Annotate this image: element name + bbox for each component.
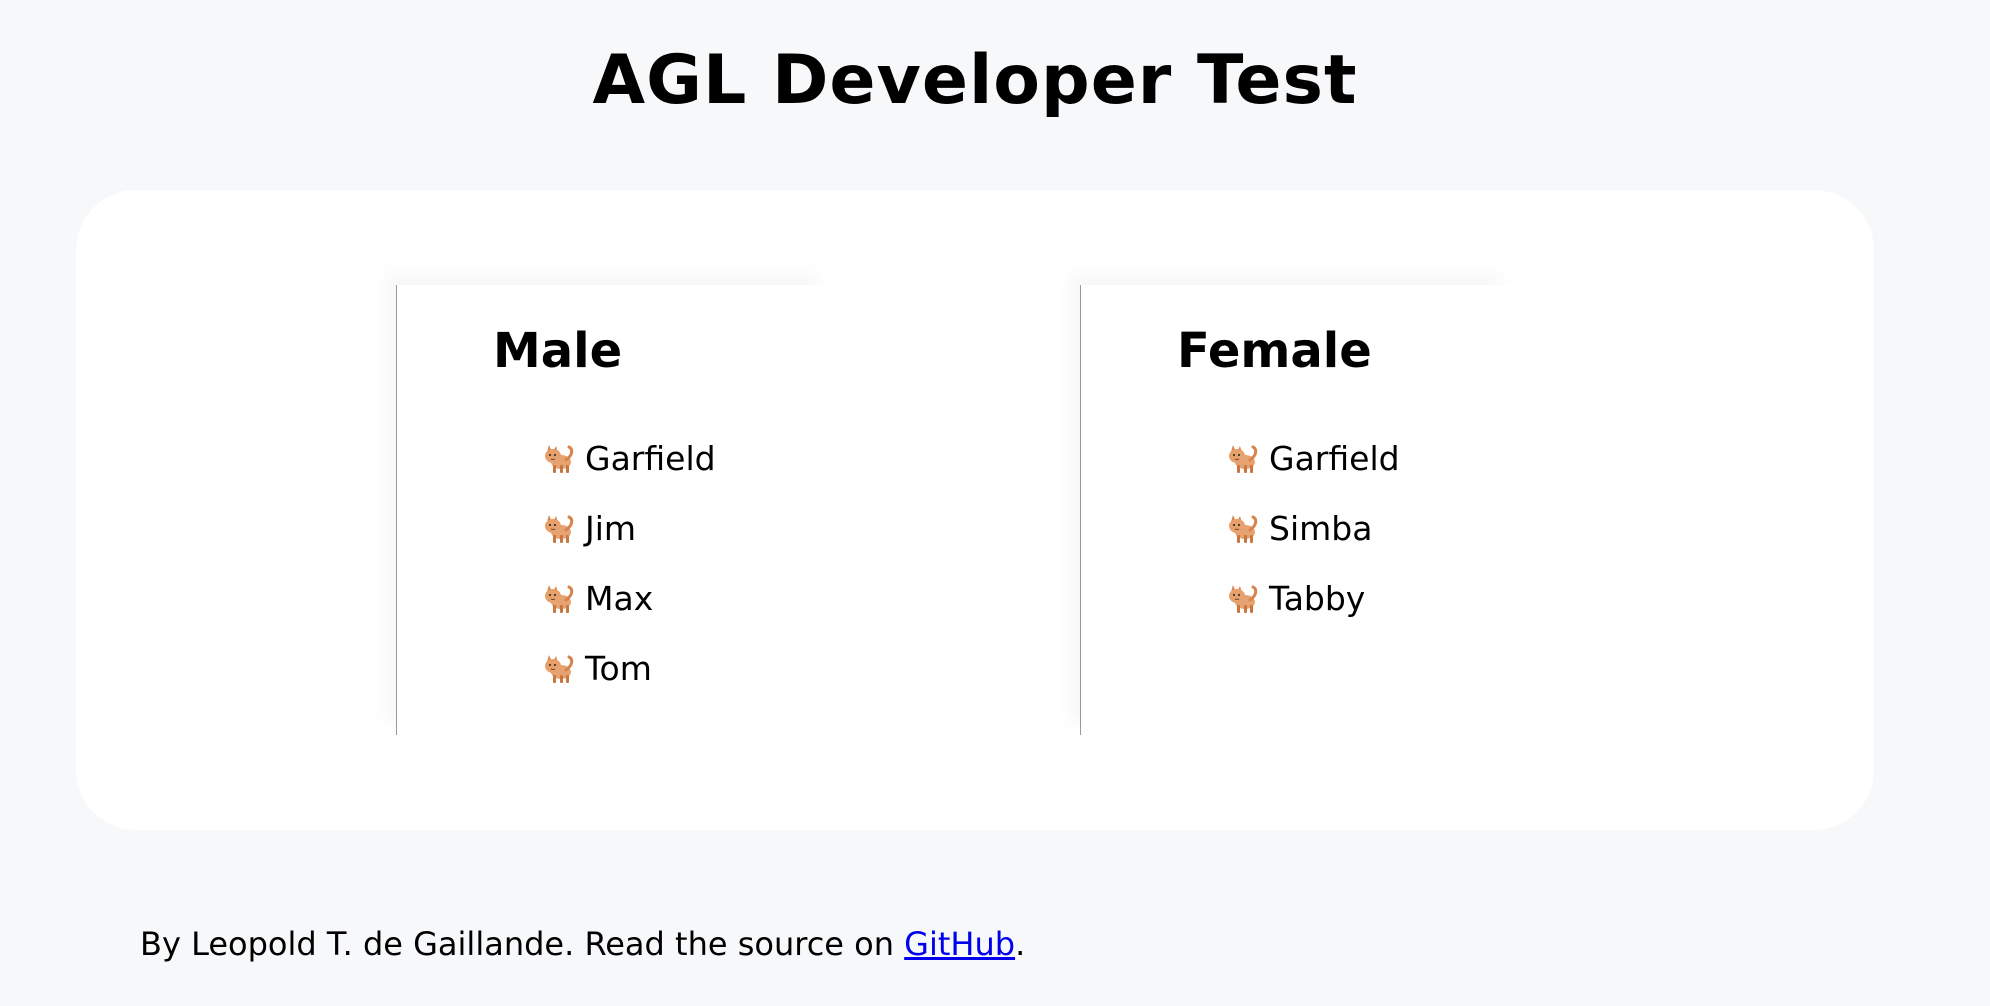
pet-name: Max [585,578,654,618]
footer: By Leopold T. de Gaillande. Read the sou… [140,925,1025,963]
list-item: Tom [537,633,716,703]
male-column-title: Male [493,323,623,379]
pet-name: Jim [585,508,637,548]
list-item: Simba [1221,493,1400,563]
cat-icon [1221,442,1261,474]
pet-name: Tom [585,648,652,688]
female-column: Female Garfield Simba Tabby [1080,285,1511,735]
github-link[interactable]: GitHub [904,925,1015,963]
list-item: Jim [537,493,716,563]
pet-name: Garfield [585,438,716,478]
cat-icon [1221,582,1261,614]
list-item: Garfield [1221,423,1400,493]
cat-icon [537,512,577,544]
list-item: Tabby [1221,563,1400,633]
cat-icon [537,652,577,684]
pet-groups-card: Male Garfield Jim Max Tom Female Garfiel… [76,190,1874,830]
female-column-title: Female [1177,323,1372,379]
footer-period: . [1015,925,1026,963]
female-pet-list: Garfield Simba Tabby [1221,423,1400,633]
pet-name: Tabby [1269,578,1366,618]
cat-icon [1221,512,1261,544]
footer-text: By Leopold T. de Gaillande. Read the sou… [140,925,905,963]
page-title: AGL Developer Test [592,41,1358,120]
pet-name: Garfield [1269,438,1400,478]
male-pet-list: Garfield Jim Max Tom [537,423,716,703]
cat-icon [537,582,577,614]
list-item: Garfield [537,423,716,493]
cat-icon [537,442,577,474]
male-column: Male Garfield Jim Max Tom [396,285,827,735]
pet-name: Simba [1269,508,1373,548]
list-item: Max [537,563,716,633]
